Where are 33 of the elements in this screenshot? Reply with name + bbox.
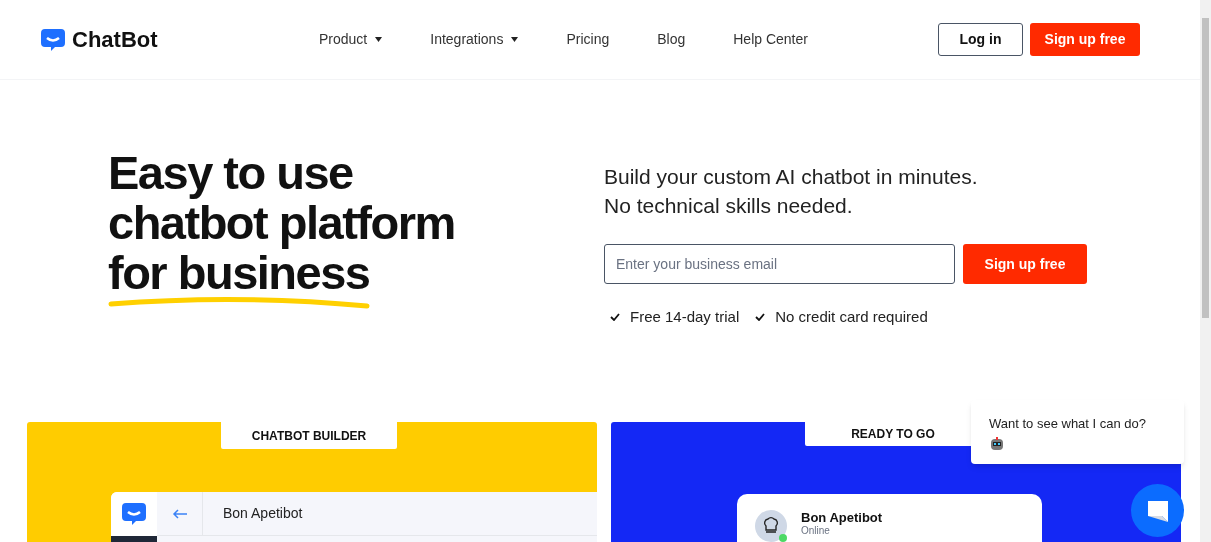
headline: chatbot platform: [108, 198, 455, 248]
robot-icon: [989, 435, 1005, 452]
status-text: Online: [801, 525, 831, 537]
card-tab[interactable]: CHATBOT BUILDER: [221, 422, 397, 449]
subtitle: Build your custom AI chatbot in minutes.: [604, 164, 978, 190]
logo-icon: [40, 26, 66, 53]
caret-icon: [375, 37, 383, 42]
nav-link[interactable]: Help Center: [733, 29, 808, 50]
chef-hat-icon: [755, 510, 787, 542]
chat-message: Want to see what I can do?: [989, 415, 1148, 433]
subtitle: No technical skills needed.: [604, 193, 853, 219]
signup-button[interactable]: Sign up free: [1030, 23, 1140, 56]
underline-icon: [108, 294, 370, 310]
login-button[interactable]: Log in: [938, 23, 1023, 56]
headline: for business: [108, 248, 370, 298]
perk-text: No credit card required: [775, 307, 928, 327]
bot-name: Bon Apetibot: [223, 504, 303, 523]
caret-icon: [511, 37, 519, 42]
bot-name: Bon Apetibot: [801, 510, 883, 525]
nav-link[interactable]: Pricing: [566, 29, 610, 50]
check-icon: [610, 313, 620, 322]
headline: Easy to use: [108, 148, 353, 198]
logo-text[interactable]: ChatBot: [72, 23, 158, 56]
check-icon: [755, 313, 766, 322]
back-arrow-icon[interactable]: [171, 508, 188, 519]
email-field[interactable]: Enter your business email: [604, 244, 955, 284]
scrollbar[interactable]: [1200, 0, 1211, 542]
nav-link[interactable]: Blog: [657, 29, 686, 50]
nav-link[interactable]: Integrations: [430, 29, 519, 50]
perk-text: Free 14-day trial: [630, 307, 740, 327]
logo-icon: [121, 501, 147, 527]
nav-link[interactable]: Product: [319, 29, 383, 50]
signup-button[interactable]: Sign up free: [963, 244, 1087, 284]
